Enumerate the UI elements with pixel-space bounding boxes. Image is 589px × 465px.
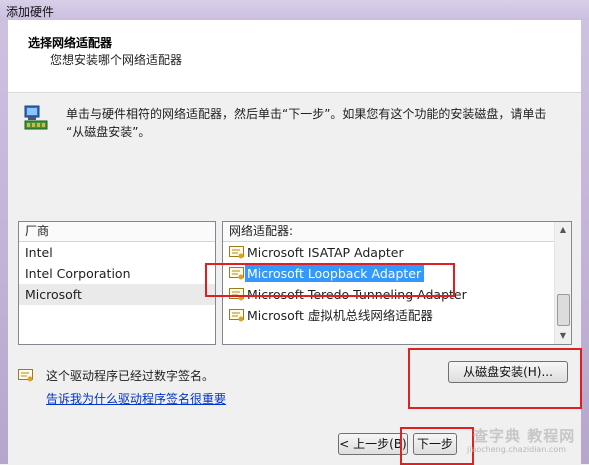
adapter-item-label: Microsoft Teredo Tunneling Adapter <box>247 287 467 302</box>
instruction-text: 单击与硬件相符的网络适配器，然后单击“下一步”。如果您有这个功能的安装磁盘，请单… <box>66 105 566 141</box>
why-signing-link[interactable]: 告诉我为什么驱动程序签名很重要 <box>46 390 226 407</box>
signed-status-text: 这个驱动程序已经过数字签名。 <box>46 369 215 383</box>
window-frame-left <box>0 0 8 464</box>
title-bar[interactable]: 添加硬件 <box>0 0 589 20</box>
adapter-item-label: Microsoft 虚拟机总线网络适配器 <box>247 308 433 323</box>
certificate-icon <box>229 288 244 301</box>
certificate-icon <box>229 267 244 280</box>
back-button[interactable]: < 上一步(B) <box>338 433 408 455</box>
scroll-down-arrow-icon[interactable]: ▼ <box>555 328 571 344</box>
instruction-line-2: “从磁盘安装”。 <box>66 125 151 139</box>
adapter-list-header[interactable]: 网络适配器: <box>223 222 571 242</box>
certificate-icon <box>229 309 244 322</box>
adapter-list-scrollbar[interactable]: ▲ ▼ <box>554 222 571 344</box>
watermark-main: 查字典 教程网 <box>473 427 576 445</box>
manufacturer-list[interactable]: 厂商 Intel Intel Corporation Microsoft <box>18 221 216 345</box>
next-button[interactable]: 下一步 <box>413 433 457 455</box>
adapter-item[interactable]: Microsoft Teredo Tunneling Adapter <box>223 284 571 305</box>
watermark: 查字典 教程网 jiaocheng.chazidian.com <box>453 423 581 457</box>
scroll-up-arrow-icon[interactable]: ▲ <box>555 222 571 238</box>
manufacturer-list-header[interactable]: 厂商 <box>19 222 215 242</box>
certificate-icon <box>229 246 244 259</box>
scrollbar-thumb[interactable] <box>557 294 570 326</box>
adapter-list[interactable]: 网络适配器: Microsoft ISATAP Adapter Microsof… <box>222 221 572 345</box>
signed-driver-icon <box>18 369 33 382</box>
adapter-item[interactable]: Microsoft ISATAP Adapter <box>223 242 571 263</box>
page-subtitle: 您想安装哪个网络适配器 <box>50 53 183 67</box>
adapter-item[interactable]: Microsoft 虚拟机总线网络适配器 <box>223 305 571 326</box>
page-title: 选择网络适配器 <box>28 36 113 50</box>
adapter-item-selected[interactable]: Microsoft Loopback Adapter <box>223 263 571 284</box>
network-adapter-icon <box>24 105 48 130</box>
manufacturer-item[interactable]: Intel <box>19 242 215 263</box>
watermark-sub: jiaocheng.chazidian.com <box>467 445 567 454</box>
instruction-line-1: 单击与硬件相符的网络适配器，然后单击“下一步”。如果您有这个功能的安装磁盘，请单… <box>66 107 547 121</box>
manufacturer-item[interactable]: Intel Corporation <box>19 263 215 284</box>
adapter-item-label: Microsoft Loopback Adapter <box>245 265 425 282</box>
window-frame-right <box>581 0 589 464</box>
window-title: 添加硬件 <box>6 5 55 19</box>
adapter-item-label: Microsoft ISATAP Adapter <box>247 245 404 260</box>
manufacturer-item-selected[interactable]: Microsoft <box>19 284 215 305</box>
have-disk-button[interactable]: 从磁盘安装(H)... <box>448 361 568 383</box>
wizard-body: 单击与硬件相符的网络适配器，然后单击“下一步”。如果您有这个功能的安装磁盘，请单… <box>8 93 582 465</box>
wizard-header: 选择网络适配器 您想安装哪个网络适配器 <box>8 20 581 93</box>
